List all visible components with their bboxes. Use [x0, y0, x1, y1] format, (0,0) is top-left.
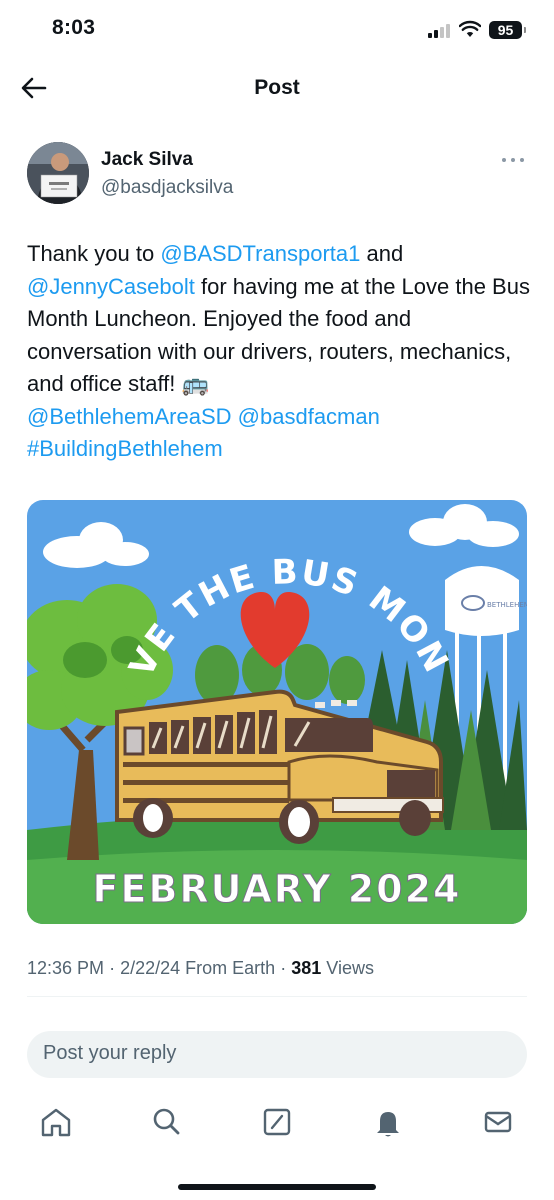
mention-link[interactable]: @JennyCasebolt: [27, 274, 195, 299]
avatar-photo: [27, 142, 89, 204]
bottom-tab-bar: [0, 1096, 554, 1148]
hashtag-link[interactable]: #BuildingBethlehem: [27, 436, 223, 461]
post-image[interactable]: BETHLEHEM VE THE BUS MON FEBRUARY 2024: [27, 500, 527, 924]
mail-icon[interactable]: [478, 1102, 518, 1142]
post-text: Thank you to @BASDTransporta1 and @Jenny…: [27, 238, 530, 466]
home-indicator: [178, 1184, 376, 1190]
meta-separator: ·: [109, 958, 116, 978]
page-title: Post: [254, 76, 300, 99]
engagement-row-peek: [27, 1015, 177, 1021]
post-time: 12:36 PM: [27, 958, 105, 978]
mention-link[interactable]: @BASDTransporta1: [160, 241, 360, 266]
signal-icon: [428, 24, 454, 38]
home-icon[interactable]: [36, 1102, 76, 1142]
post-date: 2/22/24: [120, 958, 181, 978]
author-handle[interactable]: @basdjacksilva: [101, 177, 233, 199]
avatar[interactable]: [27, 142, 89, 204]
reply-input[interactable]: Post your reply: [27, 1031, 527, 1078]
author-row: Jack Silva @basdjacksilva: [27, 142, 527, 206]
tank-text: BETHLEHEM: [487, 601, 527, 609]
post-text-segment: Thank you to: [27, 241, 161, 266]
battery-indicator: 95: [489, 21, 526, 39]
bottom-date-text: FEBRUARY 2024: [93, 867, 462, 911]
post-source: From Earth: [185, 958, 276, 978]
more-options-icon[interactable]: [499, 152, 527, 168]
author-name[interactable]: Jack Silva: [101, 149, 193, 171]
status-bar: 8:03 95: [0, 0, 554, 60]
search-icon[interactable]: [146, 1102, 186, 1142]
wifi-icon: [459, 20, 481, 37]
bell-icon[interactable]: [368, 1102, 408, 1142]
post-header: Post: [0, 62, 554, 116]
post-meta: 12:36 PM · 2/22/24 From Earth · 381 View…: [27, 958, 374, 979]
divider: [27, 996, 527, 997]
views-count[interactable]: 381: [291, 958, 321, 978]
compose-icon[interactable]: [257, 1102, 297, 1142]
status-time: 8:03: [52, 16, 96, 39]
views-label[interactable]: Views: [326, 958, 374, 978]
love-the-bus-month-illustration: BETHLEHEM VE THE BUS MON FEBRUARY 2024: [27, 500, 527, 924]
post-text-segment: and: [360, 241, 404, 266]
mention-link[interactable]: @basdfacman: [238, 404, 380, 429]
meta-separator: ·: [280, 958, 287, 978]
mention-link[interactable]: @BethlehemAreaSD: [27, 404, 232, 429]
bus-emoji: 🚌: [181, 371, 209, 396]
